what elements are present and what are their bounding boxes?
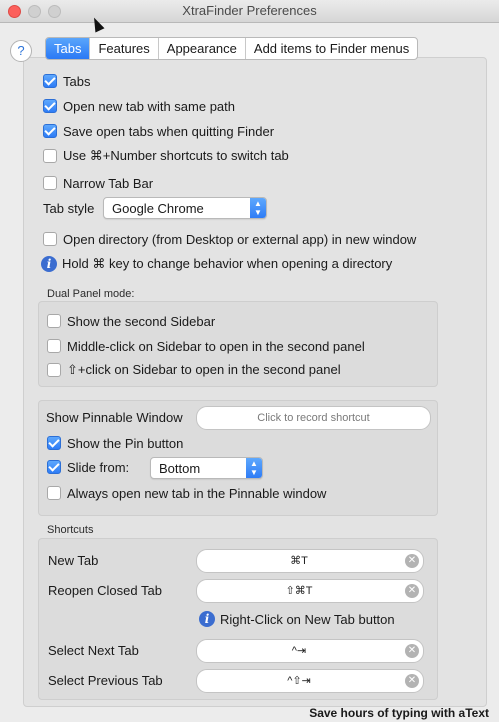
show-sidebar-label: Show the second Sidebar <box>67 313 216 329</box>
dual-panel-heading: Dual Panel mode: <box>47 288 135 300</box>
save-tabs-checkbox[interactable] <box>43 124 57 138</box>
help-button[interactable]: ? <box>10 40 32 62</box>
tab-style-label: Tab style <box>43 201 95 216</box>
slide-from-value: Bottom <box>159 460 201 476</box>
shift-click-checkbox[interactable] <box>47 363 61 377</box>
next-tab-label: Select Next Tab <box>48 643 139 658</box>
slide-from-checkbox[interactable] <box>47 460 61 474</box>
open-directory-checkbox[interactable] <box>43 232 57 246</box>
window-title: XtraFinder Preferences <box>182 3 317 18</box>
tab-tabs[interactable]: Tabs <box>46 38 91 59</box>
next-tab-shortcut-field[interactable]: ^⇥ ✕ <box>196 639 424 663</box>
tab-style-value: Google Chrome <box>112 200 204 216</box>
new-tab-label: New Tab <box>48 553 99 568</box>
save-tabs-option[interactable]: Save open tabs when quitting Finder <box>43 122 274 140</box>
narrow-tab-bar-label: Narrow Tab Bar <box>63 175 154 191</box>
slide-from-option[interactable]: Slide from: <box>47 458 129 476</box>
tab-features[interactable]: Features <box>90 38 159 59</box>
tab-bar: Tabs Features Appearance Add items to Fi… <box>45 37 419 60</box>
hold-info-text: Hold ⌘ key to change behavior when openi… <box>62 256 393 271</box>
shortcuts-heading: Shortcuts <box>47 524 94 536</box>
same-path-checkbox[interactable] <box>43 99 57 113</box>
middle-click-label: Middle-click on Sidebar to open in the s… <box>67 338 365 354</box>
show-pin-label: Show the Pin button <box>67 435 184 451</box>
shift-click-option[interactable]: ⇧+click on Sidebar to open in the second… <box>47 361 341 379</box>
number-shortcuts-checkbox[interactable] <box>43 149 57 163</box>
open-directory-label: Open directory (from Desktop or external… <box>63 231 417 247</box>
hold-info-row: i Hold ⌘ key to change behavior when ope… <box>41 255 392 273</box>
pinnable-shortcut-recorder[interactable]: Click to record shortcut <box>196 406 431 430</box>
reopen-tab-label: Reopen Closed Tab <box>48 583 162 598</box>
always-open-checkbox[interactable] <box>47 486 61 500</box>
show-sidebar-checkbox[interactable] <box>47 314 61 328</box>
reopen-tab-shortcut-field[interactable]: ⇧⌘T ✕ <box>196 579 424 603</box>
slide-from-label: Slide from: <box>67 459 130 475</box>
show-sidebar-option[interactable]: Show the second Sidebar <box>47 312 215 330</box>
prev-tab-shortcut-field[interactable]: ^⇧⇥ ✕ <box>196 669 424 693</box>
prev-tab-shortcut-value: ^⇧⇥ <box>287 675 311 687</box>
title-bar: XtraFinder Preferences <box>0 0 499 23</box>
tab-style-select[interactable]: Google Chrome ▲ ▼ <box>103 197 267 219</box>
record-shortcut-placeholder: Click to record shortcut <box>257 412 370 424</box>
tab-appearance[interactable]: Appearance <box>159 38 246 59</box>
save-tabs-label: Save open tabs when quitting Finder <box>63 123 275 139</box>
new-tab-shortcut-value: ⌘T <box>290 555 308 567</box>
prev-tab-label: Select Previous Tab <box>48 673 163 688</box>
tabs-checkbox[interactable] <box>43 74 57 88</box>
tabs-option-label: Tabs <box>63 73 91 89</box>
always-open-label: Always open new tab in the Pinnable wind… <box>67 485 327 501</box>
reopen-tab-shortcut-value: ⇧⌘T <box>285 585 313 597</box>
show-pin-checkbox[interactable] <box>47 436 61 450</box>
right-click-info-text: Right-Click on New Tab button <box>220 611 395 627</box>
tab-add-items[interactable]: Add items to Finder menus <box>246 38 417 59</box>
narrow-tab-bar-checkbox[interactable] <box>43 176 57 190</box>
middle-click-option[interactable]: Middle-click on Sidebar to open in the s… <box>47 337 365 355</box>
same-path-option[interactable]: Open new tab with same path <box>43 97 235 115</box>
number-shortcuts-label: Use ⌘+Number shortcuts to switch tab <box>63 148 289 163</box>
clear-icon[interactable]: ✕ <box>405 584 419 598</box>
narrow-tab-bar-option[interactable]: Narrow Tab Bar <box>43 174 153 192</box>
tabs-option[interactable]: Tabs <box>43 72 90 90</box>
pinnable-window-label: Show Pinnable Window <box>46 410 183 425</box>
same-path-label: Open new tab with same path <box>63 98 235 114</box>
atext-promo-link[interactable]: Save hours of typing with aText <box>309 706 489 720</box>
middle-click-checkbox[interactable] <box>47 339 61 353</box>
number-shortcuts-option[interactable]: Use ⌘+Number shortcuts to switch tab <box>43 147 289 165</box>
shift-click-label: ⇧+click on Sidebar to open in the second… <box>67 362 341 377</box>
info-icon: i <box>41 256 57 272</box>
open-directory-option[interactable]: Open directory (from Desktop or external… <box>43 230 416 248</box>
slide-from-select[interactable]: Bottom ▲ ▼ <box>150 457 263 479</box>
chevron-updown-icon: ▲ ▼ <box>246 458 262 478</box>
new-tab-shortcut-field[interactable]: ⌘T ✕ <box>196 549 424 573</box>
right-click-info-row: i Right-Click on New Tab button <box>199 610 395 628</box>
clear-icon[interactable]: ✕ <box>405 674 419 688</box>
chevron-updown-icon: ▲ ▼ <box>250 198 266 218</box>
next-tab-shortcut-value: ^⇥ <box>291 645 307 657</box>
clear-icon[interactable]: ✕ <box>405 554 419 568</box>
info-icon: i <box>199 611 215 627</box>
show-pin-option[interactable]: Show the Pin button <box>47 434 183 452</box>
clear-icon[interactable]: ✕ <box>405 644 419 658</box>
always-open-option[interactable]: Always open new tab in the Pinnable wind… <box>47 484 326 502</box>
